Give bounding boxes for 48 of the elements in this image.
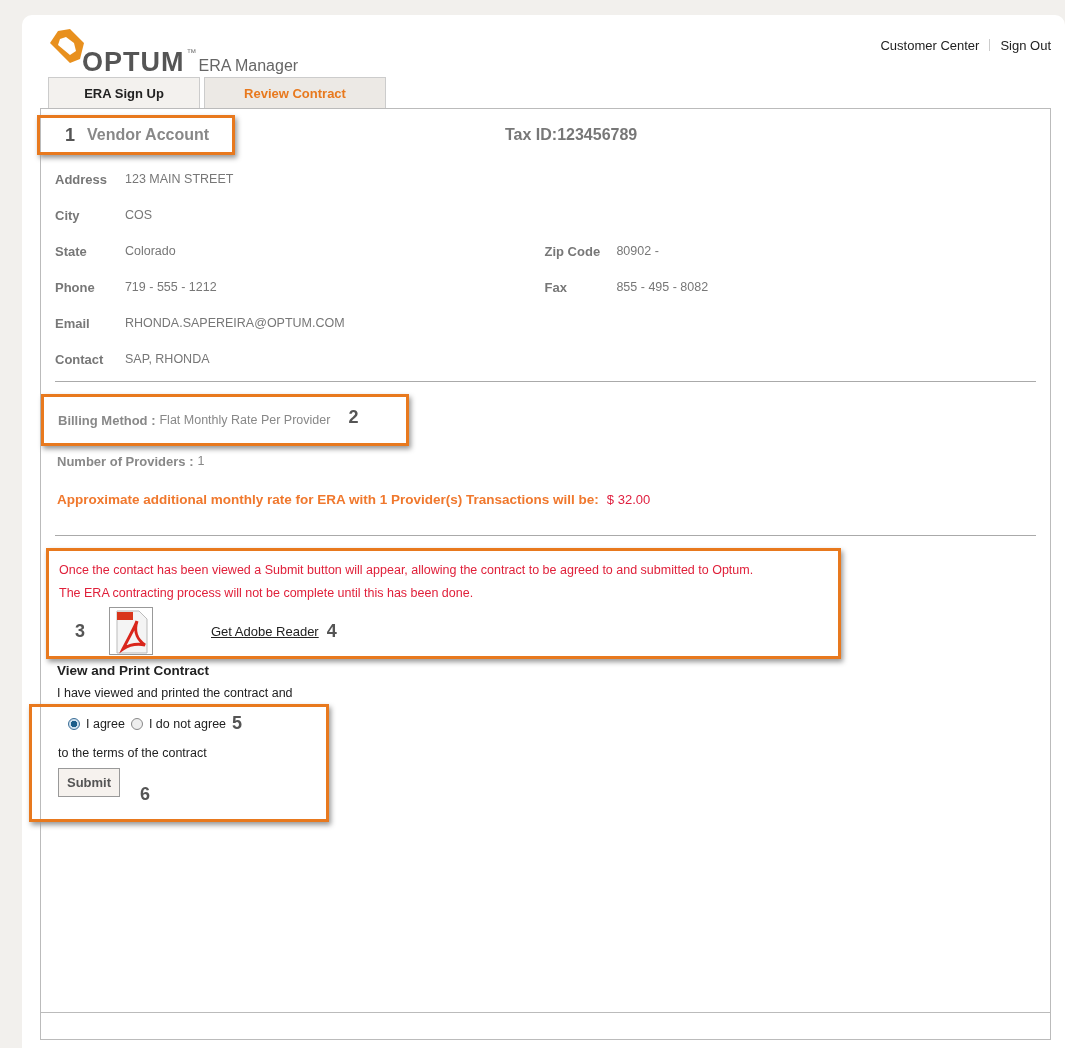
rate-text: Approximate additional monthly rate for ERA with 1 Provider(s) Transactions will be:	[57, 492, 599, 507]
radio-label[interactable]: I do not agree	[148, 716, 227, 731]
providers-value: 1	[197, 454, 205, 469]
field-value: SAP, RHONDA	[125, 352, 211, 366]
brand-name: OPTUM	[82, 48, 185, 76]
contract-heading: View and Print Contract	[57, 663, 211, 678]
callout-number: 5	[232, 713, 243, 734]
billing-label: Billing Method :	[58, 412, 156, 428]
radio-button[interactable]	[130, 717, 143, 730]
callout-number: 2	[348, 406, 359, 428]
billing-value: Flat Monthly Rate Per Provider	[159, 413, 331, 427]
callout-number: 3	[74, 620, 86, 642]
field-label: Fax	[544, 279, 568, 295]
tab[interactable]: ERA Sign Up	[48, 77, 200, 108]
callout-number: 4	[326, 620, 337, 642]
field-label: City	[55, 207, 81, 223]
field-value: RHONDA.SAPEREIRA@OPTUM.COM	[125, 316, 346, 330]
section-title: Vendor Account	[87, 126, 210, 144]
notice-text: The ERA contracting process will not be complete until this has been done.	[59, 585, 475, 602]
submit-button[interactable]: Submit	[58, 768, 121, 797]
pdf-icon[interactable]	[109, 607, 153, 655]
terms-text: to the terms of the contract	[58, 746, 208, 760]
field-value: 123 MAIN STREET	[125, 172, 235, 186]
field-label: State	[55, 243, 88, 259]
radio-button[interactable]	[68, 717, 80, 730]
field-label: Address	[55, 171, 109, 187]
field-value: COS	[125, 208, 154, 222]
adobe-reader-link[interactable]: Get Adobe Reader	[211, 623, 319, 639]
notice-text: Once the contact has been viewed a Submit button will appear, allowing the contract to be agreed to and submitted to Optum.	[59, 562, 755, 579]
field-value: 80902 -	[616, 244, 660, 258]
rate-amount: $ 32.00	[606, 492, 651, 507]
callout-number: 1	[65, 124, 75, 146]
field-label: Contact	[55, 351, 105, 367]
top-link[interactable]: Sign Out	[1000, 37, 1051, 53]
top-link[interactable]: Customer Center	[880, 37, 980, 53]
field-label: Phone	[55, 279, 96, 295]
field-label: Email	[55, 315, 91, 331]
field-label: Zip Code	[544, 243, 602, 259]
providers-label: Number of Providers :	[57, 454, 194, 469]
radio-label[interactable]: I agree	[86, 716, 125, 731]
field-value: 719 - 555 - 1212	[124, 280, 218, 294]
contract-intro: I have viewed and printed the contract and	[57, 686, 294, 700]
field-value: Colorado	[124, 244, 177, 258]
trademark: ™	[186, 47, 197, 58]
callout-number: 6	[140, 784, 151, 805]
tax-id: Tax ID:123456789	[505, 126, 638, 144]
app-name: ERA Manager	[198, 56, 299, 76]
field-value: 855 - 495 - 8082	[616, 280, 710, 294]
